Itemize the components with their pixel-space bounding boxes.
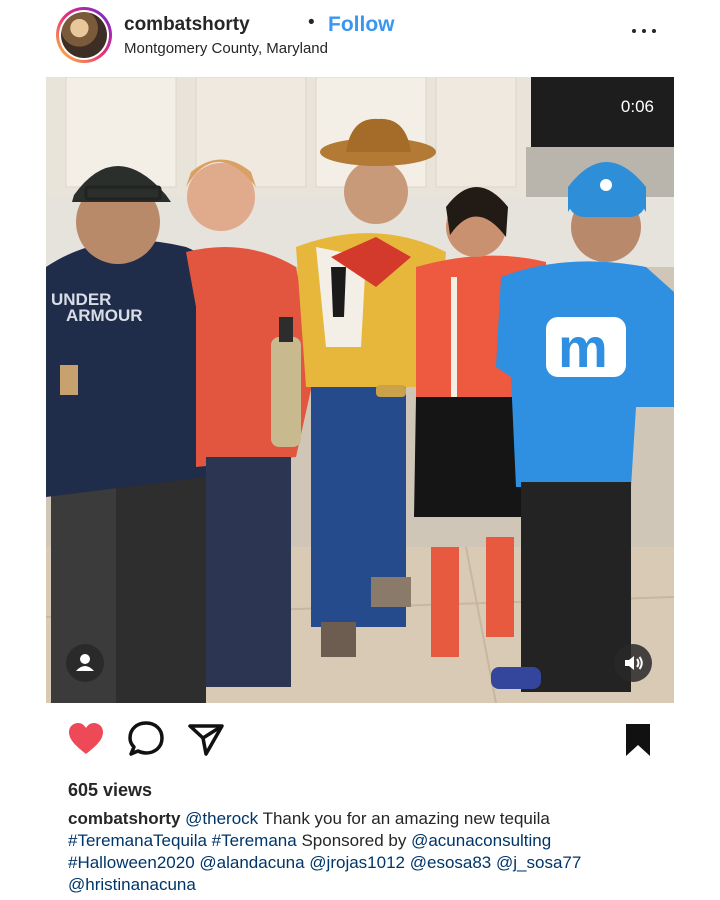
- view-count[interactable]: 605 views: [68, 780, 152, 801]
- caption-mention[interactable]: @j_sosa77: [496, 853, 581, 872]
- avatar-ring: [59, 10, 109, 60]
- caption-hashtag[interactable]: #Halloween2020: [68, 853, 195, 872]
- post-card: combatshorty • Follow Montgomery County,…: [46, 0, 674, 900]
- caption-hashtag[interactable]: #Teremana: [212, 831, 297, 850]
- heart-icon[interactable]: [66, 718, 106, 762]
- caption-mention[interactable]: @jrojas1012: [309, 853, 405, 872]
- caption-username[interactable]: combatshorty: [68, 809, 180, 828]
- post-header: combatshorty • Follow Montgomery County,…: [46, 0, 674, 70]
- caption-mention[interactable]: @hristinanacuna: [68, 875, 196, 894]
- post-location[interactable]: Montgomery County, Maryland: [124, 40, 328, 57]
- caption-mention[interactable]: @alandacuna: [199, 853, 304, 872]
- caption-text-segment: Sponsored by: [296, 831, 412, 850]
- caption-mention[interactable]: @acunaconsulting: [411, 831, 551, 850]
- speaker-icon[interactable]: [614, 644, 652, 682]
- video-frame: UNDER ARMOUR m: [46, 77, 674, 703]
- shirt-brand-line2: ARMOUR: [66, 306, 143, 325]
- avatar-image: [61, 12, 107, 58]
- mm-logo-letter: m: [558, 316, 608, 379]
- comment-icon[interactable]: [126, 718, 166, 762]
- post-username[interactable]: combatshorty: [124, 14, 250, 36]
- action-bar: [46, 718, 674, 766]
- more-icon[interactable]: [630, 24, 658, 38]
- caption-hashtag[interactable]: #TeremanaTequila: [68, 831, 207, 850]
- post-caption: combatshorty @therock Thank you for an a…: [68, 808, 658, 896]
- header-separator: •: [308, 12, 315, 33]
- video-timer: 0:06: [620, 97, 654, 116]
- follow-button[interactable]: Follow: [328, 13, 395, 37]
- bookmark-icon[interactable]: [618, 718, 658, 762]
- user-tag-icon[interactable]: [66, 644, 104, 682]
- video-player[interactable]: UNDER ARMOUR m 0:06: [46, 77, 674, 703]
- share-icon[interactable]: [186, 718, 226, 762]
- caption-mention[interactable]: @esosa83: [410, 853, 492, 872]
- caption-mention[interactable]: @therock: [185, 809, 258, 828]
- avatar[interactable]: [56, 7, 112, 63]
- caption-text-segment: Thank you for an amazing new tequila: [258, 809, 550, 828]
